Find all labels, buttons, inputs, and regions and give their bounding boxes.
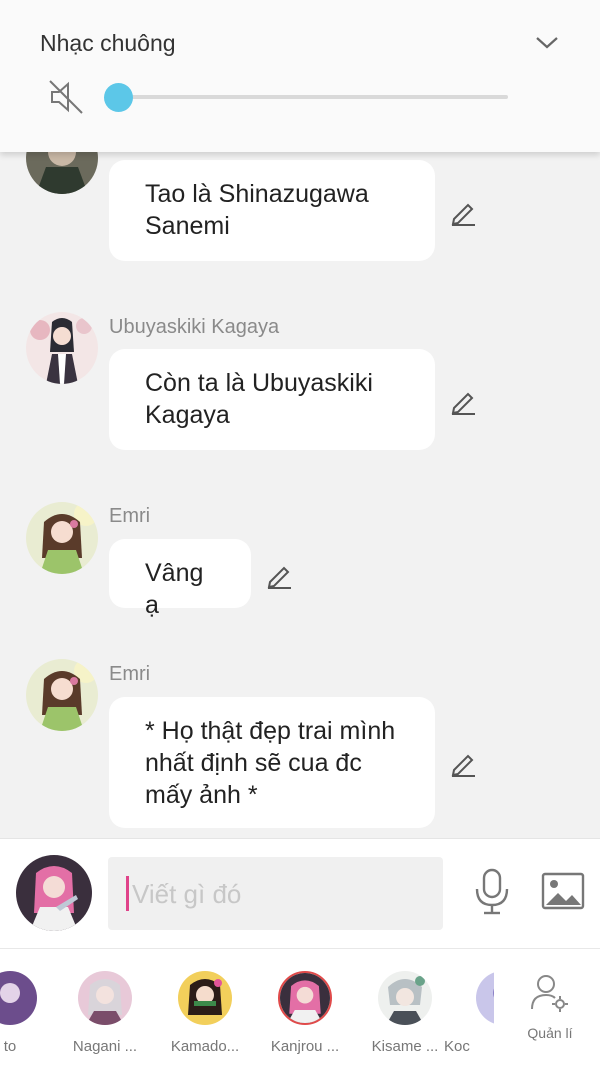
message-input[interactable]: Viết gì đó	[108, 857, 443, 930]
sender-name: Emri	[109, 663, 151, 685]
message-input-placeholder: Viết gì đó	[132, 879, 242, 909]
character-item[interactable]: to	[0, 949, 60, 1067]
kagaya-avatar[interactable]	[26, 312, 98, 384]
character-avatar-selected	[278, 971, 332, 1025]
character-item[interactable]: Kamado...	[155, 949, 255, 1067]
message-text: * Họ thật đẹp trai mình nhất định sẽ cua…	[145, 717, 396, 809]
volume-title: Nhạc chuông	[40, 30, 176, 56]
character-item[interactable]: Nagani ...	[55, 949, 155, 1067]
message-text: Vâng ạ	[145, 559, 204, 619]
message-bubble[interactable]: Còn ta là Ubuyaskiki Kagaya	[109, 349, 435, 450]
character-avatar	[0, 971, 37, 1025]
manage-characters-button[interactable]: Quản lí	[510, 949, 590, 1067]
volume-slider[interactable]	[118, 95, 508, 99]
character-name: to	[3, 1038, 17, 1055]
character-name: Nagani ...	[72, 1038, 138, 1055]
text-caret	[126, 876, 129, 911]
volume-slider-thumb[interactable]	[104, 83, 133, 112]
message-text: Còn ta là Ubuyaskiki Kagaya	[145, 369, 373, 429]
microphone-icon[interactable]	[470, 867, 514, 915]
edit-icon[interactable]	[448, 386, 478, 416]
message-bubble[interactable]: Vâng ạ	[109, 539, 251, 619]
current-character-avatar[interactable]	[16, 855, 92, 931]
sender-name: Ubuyaskiki Kagaya	[109, 316, 280, 338]
volume-mute-icon[interactable]	[46, 77, 86, 117]
character-item[interactable]: Koc	[432, 949, 494, 1067]
character-name: Koc	[444, 1038, 470, 1055]
character-item[interactable]: Kanjrou ...	[255, 949, 355, 1067]
edit-icon[interactable]	[448, 748, 478, 778]
edit-icon[interactable]	[448, 197, 478, 227]
character-name: Kanjrou ...	[270, 1038, 340, 1055]
character-avatar	[378, 971, 432, 1025]
character-tray[interactable]: to Nagani ... Kamado... Kanjrou ... Kisa…	[0, 948, 600, 1067]
user-settings-icon	[531, 975, 568, 1012]
character-avatar	[78, 971, 132, 1025]
message-composer: Viết gì đó	[0, 838, 600, 948]
emri-avatar[interactable]	[26, 659, 98, 731]
message-bubble[interactable]: * Họ thật đẹp trai mình nhất định sẽ cua…	[109, 697, 435, 828]
edit-icon[interactable]	[264, 560, 294, 590]
ringtone-volume-panel: Nhạc chuông	[0, 0, 600, 152]
message-text: Tao là Shinazugawa Sanemi	[145, 180, 369, 240]
character-avatar	[178, 971, 232, 1025]
message-bubble[interactable]: Tao là Shinazugawa Sanemi	[109, 160, 435, 261]
image-icon[interactable]	[540, 871, 586, 911]
sender-name: Emri	[109, 505, 151, 527]
emri-avatar[interactable]	[26, 502, 98, 574]
character-avatar	[476, 971, 494, 1025]
chevron-down-icon[interactable]	[532, 28, 562, 58]
character-name: Kamado...	[170, 1038, 240, 1055]
manage-label: Quản lí	[527, 1025, 573, 1041]
